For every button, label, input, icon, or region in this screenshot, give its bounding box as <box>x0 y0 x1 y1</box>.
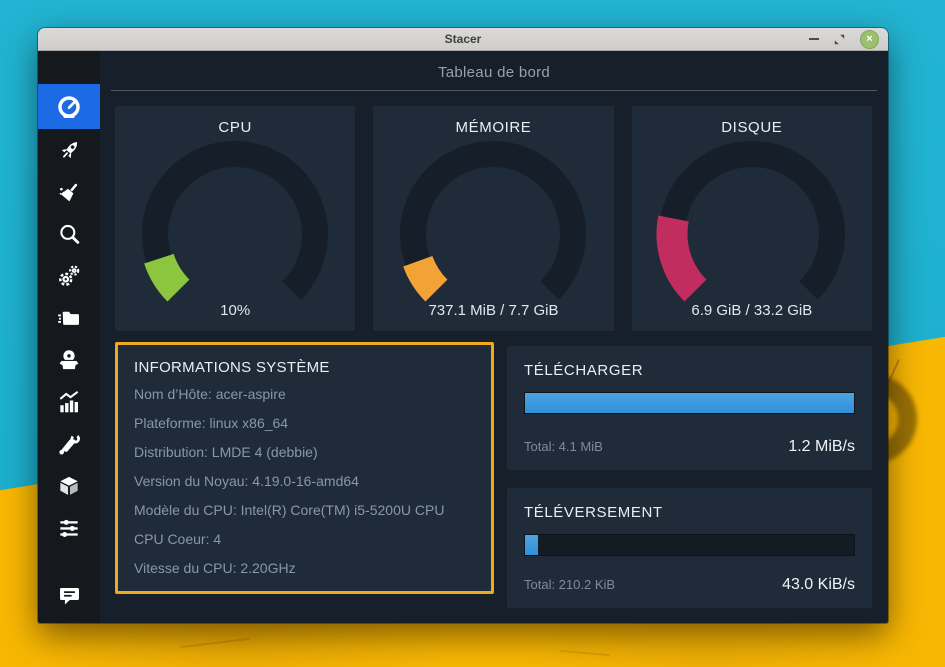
sidebar-item-helpers[interactable] <box>38 423 100 465</box>
window-titlebar[interactable]: Stacer × <box>38 28 888 51</box>
upload-total: Total: 210.2 KiB <box>524 577 615 592</box>
close-button[interactable]: × <box>860 30 879 49</box>
broom-icon <box>57 180 82 205</box>
sidebar-item-system-cleaner[interactable] <box>38 171 100 213</box>
cpu-title: CPU <box>218 119 251 136</box>
cpu-value: 10% <box>220 302 250 319</box>
dashboard-icon <box>56 94 82 120</box>
disk-panel: DISQUE 6.9 GiB / 33.2 GiB <box>632 106 872 331</box>
tools-icon <box>56 431 82 457</box>
download-title: TÉLÉCHARGER <box>524 362 855 379</box>
dashboard-page: Tableau de bord CPU 10% MÉMOIRE <box>100 51 888 623</box>
download-total: Total: 4.1 MiB <box>524 439 603 454</box>
sidebar <box>38 51 100 623</box>
network-column: TÉLÉCHARGER Total: 4.1 MiB 1.2 MiB/s TÉL… <box>507 346 872 608</box>
rocket-icon <box>57 138 82 163</box>
page-title: Tableau de bord <box>100 64 888 81</box>
info-row-platform: Plateforme: linux x86_64 <box>134 409 475 438</box>
memory-gauge <box>374 136 612 304</box>
header-separator <box>111 90 877 91</box>
info-row-cpu-model: Modèle du CPU: Intel(R) Core(TM) i5-5200… <box>134 496 475 525</box>
info-row-cpu-cores: CPU Coeur: 4 <box>134 525 475 554</box>
system-info-title: INFORMATIONS SYSTÈME <box>134 359 475 376</box>
upload-title: TÉLÉVERSEMENT <box>524 504 855 521</box>
bottom-row: INFORMATIONS SYSTÈME Nom d’Hôte: acer-as… <box>115 342 872 608</box>
memory-title: MÉMOIRE <box>456 119 532 136</box>
sidebar-item-startup-apps[interactable] <box>38 129 100 171</box>
info-row-hostname: Nom d’Hôte: acer-aspire <box>134 380 475 409</box>
download-progress-bar <box>524 392 855 414</box>
window-title: Stacer <box>38 32 888 46</box>
sidebar-item-search[interactable] <box>38 213 100 255</box>
cpu-panel: CPU 10% <box>115 106 355 331</box>
sidebar-item-processes[interactable] <box>38 297 100 339</box>
upload-progress-fill <box>525 535 538 555</box>
system-info-panel: INFORMATIONS SYSTÈME Nom d’Hôte: acer-as… <box>115 342 494 594</box>
sidebar-item-settings[interactable] <box>38 507 100 549</box>
sidebar-item-uninstaller[interactable] <box>38 339 100 381</box>
restore-button[interactable] <box>834 34 845 45</box>
sidebar-item-dashboard[interactable] <box>38 84 100 129</box>
sliders-icon <box>56 515 82 541</box>
info-row-cpu-speed: Vitesse du CPU: 2.20GHz <box>134 554 475 583</box>
package-icon <box>56 473 82 499</box>
stacer-window: Stacer × <box>38 28 888 623</box>
uninstaller-icon <box>56 347 82 373</box>
upload-progress-bar <box>524 534 855 556</box>
feedback-icon <box>57 583 82 608</box>
cpu-gauge <box>116 136 354 304</box>
disk-gauge <box>633 136 871 304</box>
info-row-distribution: Distribution: LMDE 4 (debbie) <box>134 438 475 467</box>
sidebar-item-services[interactable] <box>38 255 100 297</box>
window-controls: × <box>809 30 888 49</box>
memory-value: 737.1 MiB / 7.7 GiB <box>428 302 558 319</box>
disk-title: DISQUE <box>721 119 782 136</box>
search-icon <box>57 222 82 247</box>
sidebar-item-apt-repository[interactable] <box>38 465 100 507</box>
processes-icon <box>56 305 82 331</box>
restore-icon <box>834 34 845 45</box>
disk-value: 6.9 GiB / 33.2 GiB <box>691 302 812 319</box>
download-panel: TÉLÉCHARGER Total: 4.1 MiB 1.2 MiB/s <box>507 346 872 470</box>
sidebar-item-resources[interactable] <box>38 381 100 423</box>
sidebar-item-feedback[interactable] <box>38 574 100 616</box>
resources-chart-icon <box>56 389 82 415</box>
desktop: Stacer × <box>0 0 945 667</box>
info-row-kernel: Version du Noyau: 4.19.0-16-amd64 <box>134 467 475 496</box>
minimize-button[interactable] <box>809 38 819 40</box>
upload-speed: 43.0 KiB/s <box>782 576 855 594</box>
memory-panel: MÉMOIRE 737.1 MiB / 7.7 GiB <box>373 106 613 331</box>
gears-icon <box>56 263 82 289</box>
download-speed: 1.2 MiB/s <box>788 438 855 456</box>
upload-panel: TÉLÉVERSEMENT Total: 210.2 KiB 43.0 KiB/… <box>507 488 872 608</box>
download-progress-fill <box>525 393 854 413</box>
gauge-row: CPU 10% MÉMOIRE 737.1 MiB / 7. <box>115 106 872 331</box>
